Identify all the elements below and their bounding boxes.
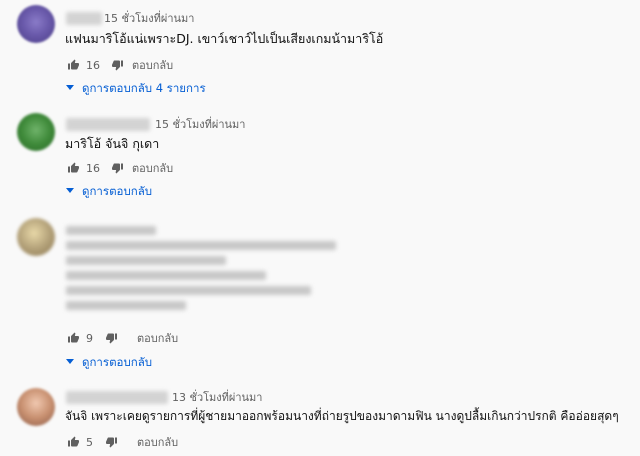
like-icon[interactable]: [66, 331, 80, 345]
view-replies-button[interactable]: ดูการตอบกลับ: [66, 355, 152, 369]
dislike-icon[interactable]: [110, 161, 124, 175]
like-icon[interactable]: [66, 435, 80, 449]
like-icon[interactable]: [66, 161, 80, 175]
view-replies-label: ดูการตอบกลับ: [82, 355, 153, 369]
comment-time[interactable]: 15 ชั่วโมงที่ผ่านมา: [155, 118, 246, 131]
author-name[interactable]: [66, 391, 168, 404]
comment-avatar[interactable]: [17, 388, 55, 426]
comment-time[interactable]: 13 ชั่วโมงที่ผ่านมา: [172, 391, 263, 404]
like-count: 5: [86, 436, 93, 449]
author-name[interactable]: [66, 118, 150, 131]
like-icon[interactable]: [66, 58, 80, 72]
comment-text: มาริโอ้ จันจิ กุเดา: [65, 136, 160, 151]
dislike-icon[interactable]: [104, 435, 118, 449]
comment-avatar[interactable]: [17, 5, 55, 43]
reply-button[interactable]: ตอบกลับ: [137, 332, 178, 345]
dislike-icon[interactable]: [104, 331, 118, 345]
view-replies-button[interactable]: ดูการตอบกลับ 4 รายการ: [66, 81, 206, 95]
comment-text: แฟนมาริโอ้แน่เพราะDJ. เขาว์เชาว์ไปเป็นเส…: [65, 31, 384, 46]
like-count: 16: [86, 162, 100, 175]
comment-avatar[interactable]: [17, 218, 55, 256]
like-count: 9: [86, 332, 93, 345]
comment-time[interactable]: 15 ชั่วโมงที่ผ่านมา: [104, 12, 195, 25]
caret-down-icon: [66, 359, 74, 364]
caret-down-icon: [66, 188, 74, 193]
view-replies-label: ดูการตอบกลับ 4 รายการ: [82, 81, 206, 95]
dislike-icon[interactable]: [110, 58, 124, 72]
view-replies-label: ดูการตอบกลับ: [82, 184, 153, 198]
like-count: 16: [86, 59, 100, 72]
reply-button[interactable]: ตอบกลับ: [132, 59, 173, 72]
caret-down-icon: [66, 85, 74, 90]
view-replies-button[interactable]: ดูการตอบกลับ: [66, 184, 152, 198]
comment-avatar[interactable]: [17, 113, 55, 151]
reply-button[interactable]: ตอบกลับ: [137, 436, 178, 449]
author-name[interactable]: [66, 12, 102, 25]
reply-button[interactable]: ตอบกลับ: [132, 162, 173, 175]
comment-text: จันจิ เพราะเคยดูรายการที่ผู้ชายมาออกพร้อ…: [65, 409, 619, 423]
